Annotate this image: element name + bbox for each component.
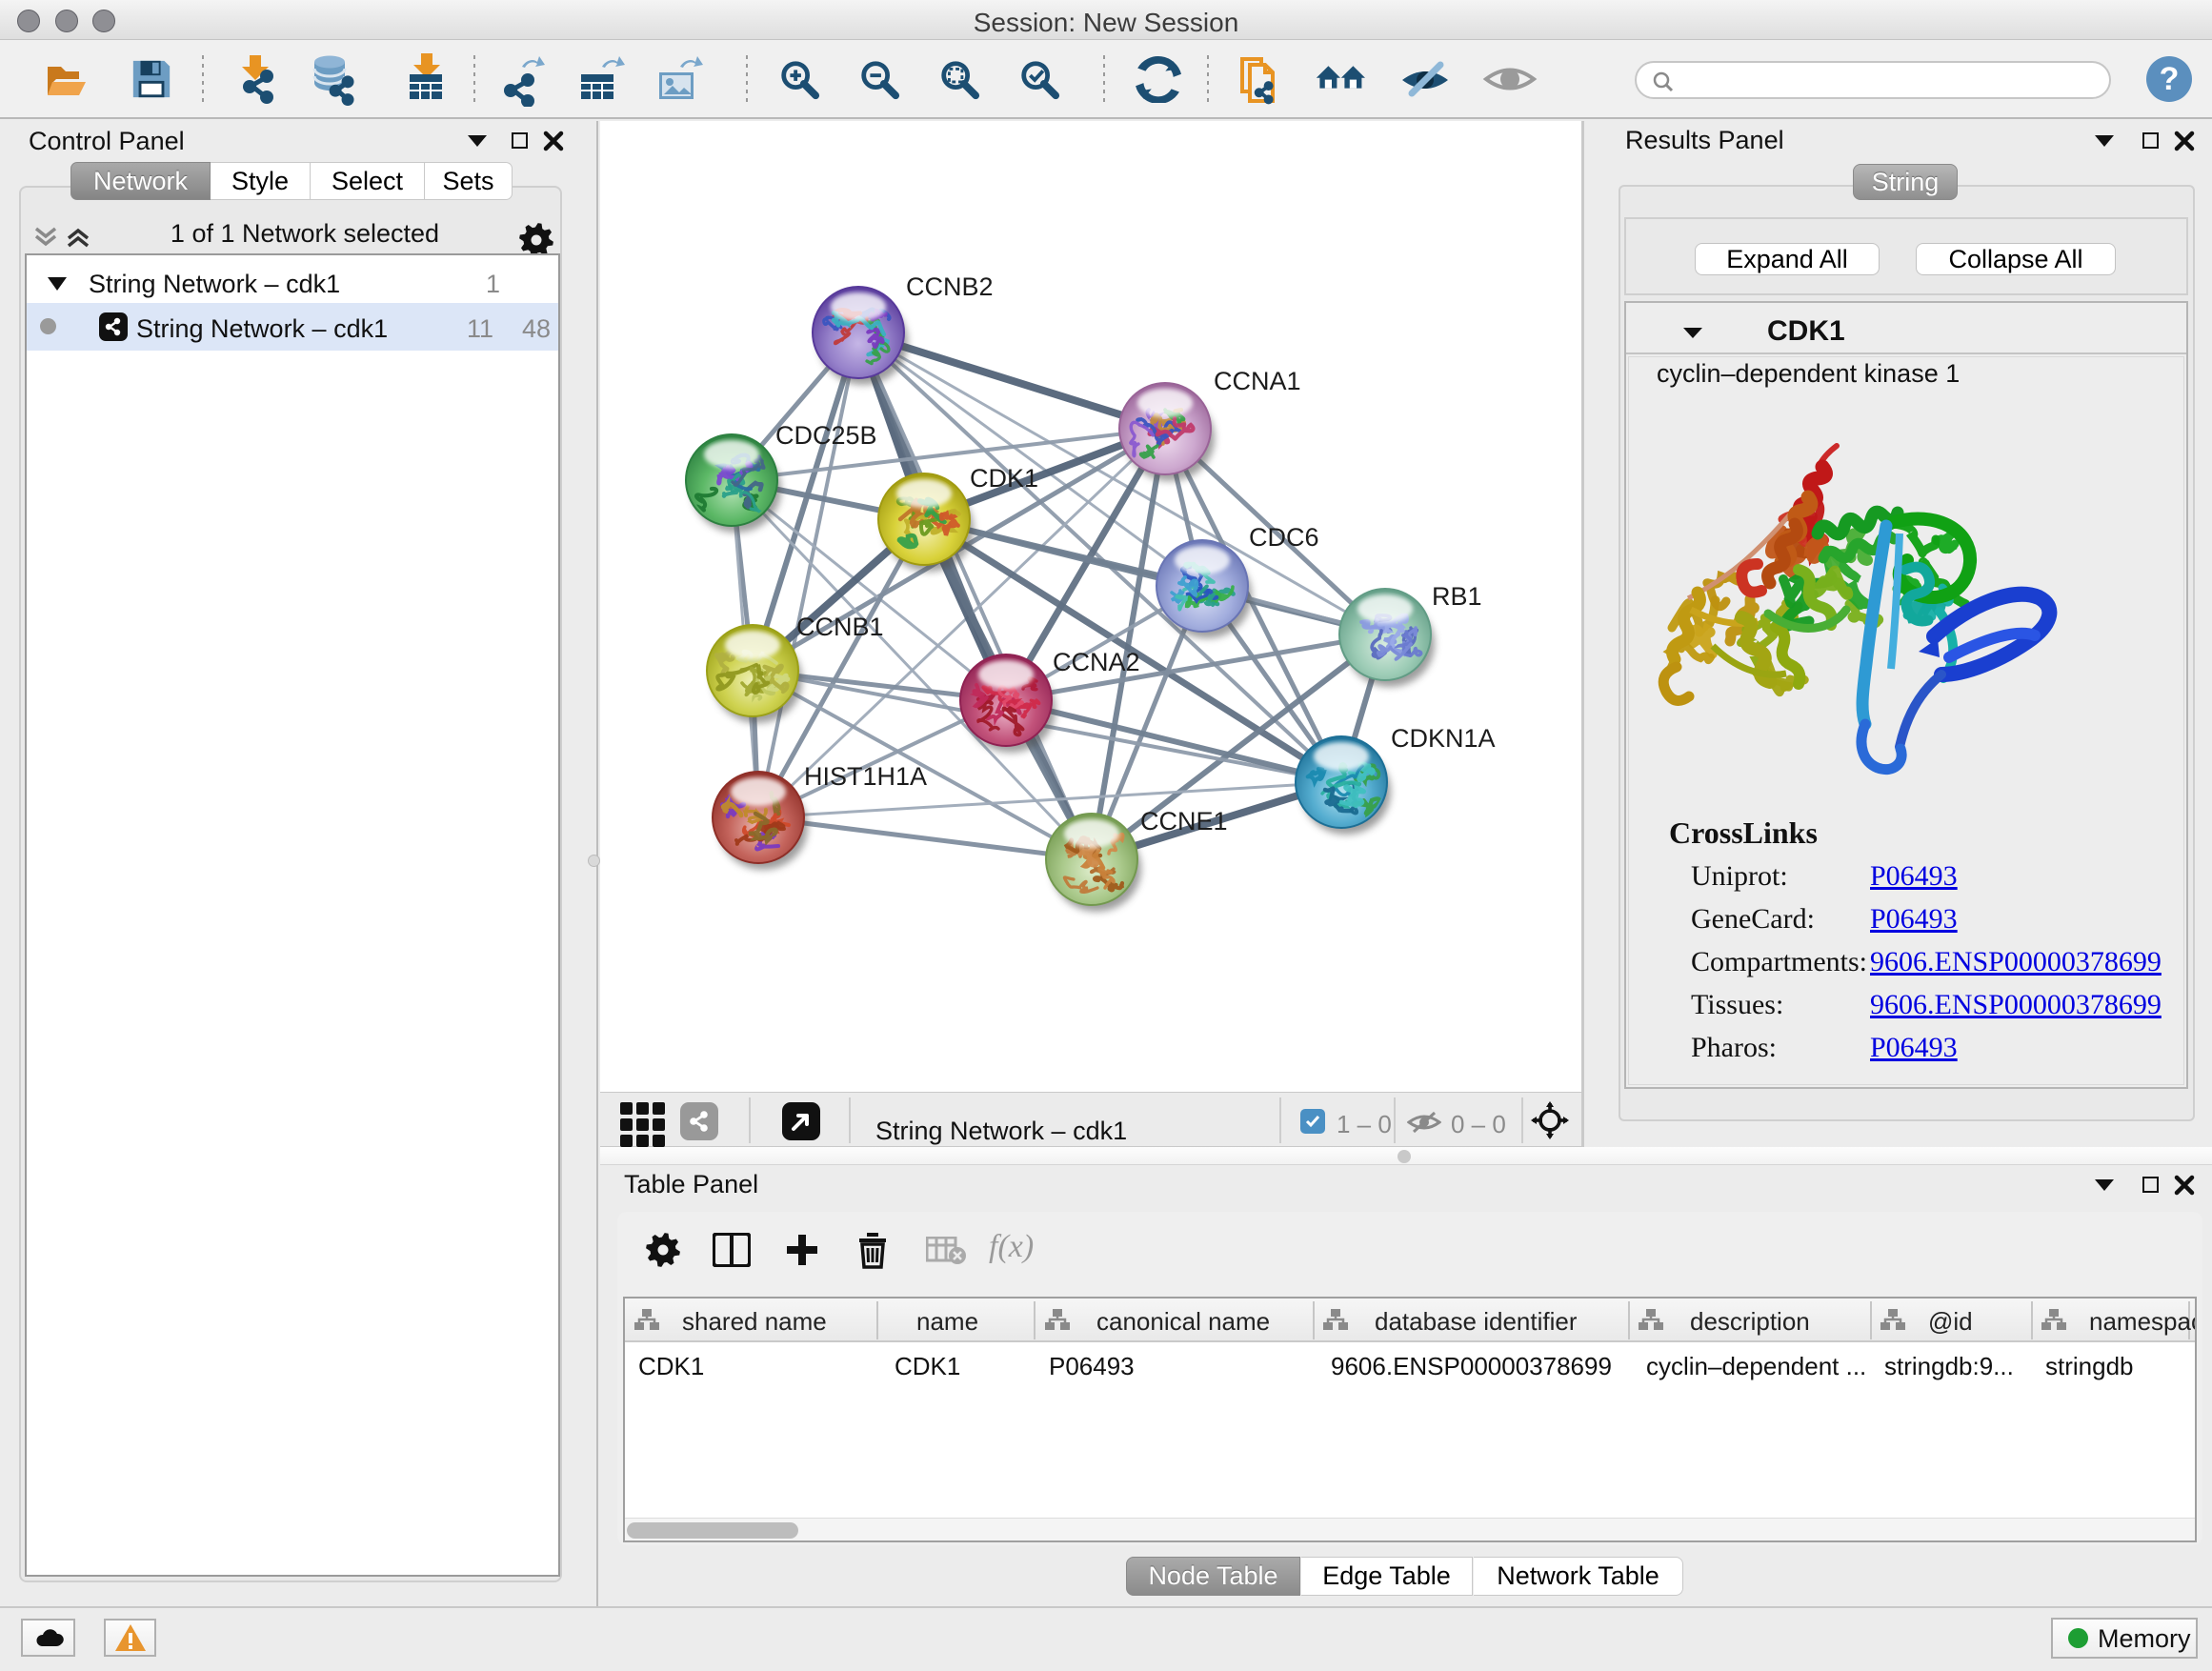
- svg-text:CCNA2: CCNA2: [1053, 648, 1140, 676]
- svg-text:CDC6: CDC6: [1249, 523, 1319, 552]
- svg-text:RB1: RB1: [1432, 582, 1482, 611]
- svg-text:CCNB2: CCNB2: [906, 272, 994, 301]
- svg-text:CDC25B: CDC25B: [775, 421, 877, 450]
- svg-text:CDK1: CDK1: [970, 464, 1038, 493]
- svg-text:HIST1H1A: HIST1H1A: [804, 762, 927, 791]
- svg-text:CDKN1A: CDKN1A: [1391, 724, 1496, 753]
- svg-text:CCNA1: CCNA1: [1214, 367, 1301, 395]
- svg-text:CCNB1: CCNB1: [796, 613, 884, 641]
- svg-text:CCNE1: CCNE1: [1140, 807, 1228, 836]
